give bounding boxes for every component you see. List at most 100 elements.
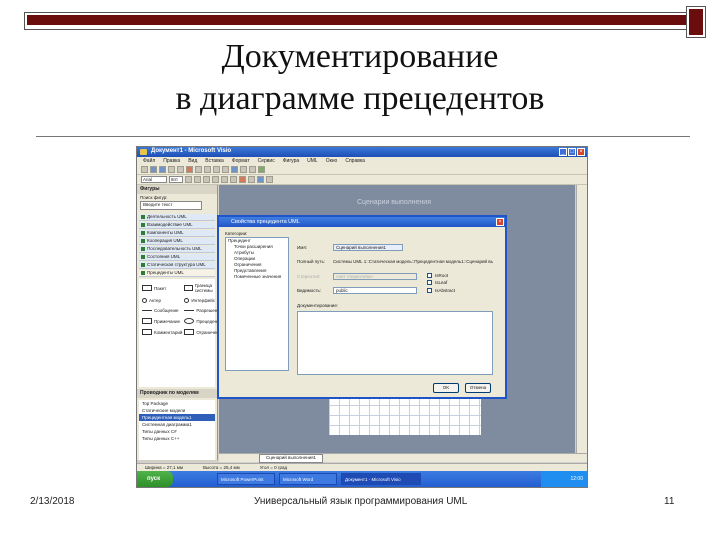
ok-button[interactable]: OK (433, 383, 459, 393)
open-icon[interactable] (150, 166, 157, 173)
close-button[interactable]: × (577, 148, 585, 156)
stereotype-label: Стереотип: (297, 274, 321, 279)
is-abstract-checkbox[interactable] (427, 288, 432, 293)
shape-label: Прецедент (196, 318, 220, 324)
shape-comment[interactable]: Комментарий (142, 329, 182, 335)
undo-icon[interactable] (213, 166, 220, 173)
italic-icon[interactable] (194, 176, 201, 183)
font-color-icon[interactable] (239, 176, 246, 183)
task-word[interactable]: Microsoft Word (279, 473, 337, 485)
connector-icon[interactable] (240, 166, 247, 173)
copy-icon[interactable] (195, 166, 202, 173)
slide-page-number: 11 (664, 496, 675, 507)
stencil-sequence[interactable]: Последовательность UML (139, 246, 215, 253)
shape-message[interactable]: Сообщение (142, 308, 182, 313)
save-icon[interactable] (159, 166, 166, 173)
minimize-button[interactable]: _ (559, 148, 567, 156)
slide-corner-square (686, 6, 706, 38)
name-field[interactable]: Сценарий выполнения1 (333, 244, 403, 251)
category-tagged-values[interactable]: Помеченные значения (226, 274, 288, 280)
bold-icon[interactable] (185, 176, 192, 183)
menu-format[interactable]: Формат (232, 158, 250, 164)
tree-item[interactable]: Top Package (139, 400, 215, 407)
menu-edit[interactable]: Правка (163, 158, 180, 164)
menu-window[interactable]: Окно (326, 158, 338, 164)
font-size-box[interactable]: 8пт (169, 176, 183, 183)
is-root-checkbox[interactable] (427, 273, 432, 278)
actor-icon (142, 298, 147, 303)
slide-title-line1: Документирование (221, 38, 499, 75)
stencil-component[interactable]: Компоненты UML (139, 230, 215, 237)
shape-label: Интерфейс (191, 298, 216, 303)
stencil-statechart[interactable]: Состояния UML (139, 254, 215, 261)
maximize-button[interactable]: □ (568, 148, 576, 156)
paste-icon[interactable] (204, 166, 211, 173)
visio-screenshot: Документ1 - Microsoft Visio _ □ × Файл П… (136, 146, 588, 488)
align-left-icon[interactable] (212, 176, 219, 183)
system-tray-clock: 12:00 (541, 471, 587, 487)
is-leaf-checkbox[interactable] (427, 280, 432, 285)
stencil-use-case[interactable]: Прецеденты UML (139, 270, 215, 277)
status-width: Ширина = 27,1 мм (145, 465, 183, 470)
cut-icon[interactable] (186, 166, 193, 173)
windows-taskbar: пуск Microsoft PowerPoint Microsoft Word… (137, 471, 587, 487)
fill-color-icon[interactable] (257, 176, 264, 183)
documentation-label: Документирование: (297, 303, 339, 308)
visibility-label: Видимость: (297, 288, 322, 293)
align-center-icon[interactable] (221, 176, 228, 183)
menu-view[interactable]: Вид (188, 158, 197, 164)
print-icon[interactable] (168, 166, 175, 173)
line-weight-icon[interactable] (266, 176, 273, 183)
redo-icon[interactable] (222, 166, 229, 173)
status-height: Высота = 25,4 мм (202, 465, 240, 470)
shape-actor[interactable]: Актер (142, 298, 182, 303)
task-visio[interactable]: Документ1 - Microsoft Visio (341, 473, 421, 485)
is-abstract-label: IsAbstract (435, 288, 456, 293)
menu-insert[interactable]: Вставка (205, 158, 224, 164)
align-right-icon[interactable] (230, 176, 237, 183)
zoom-icon[interactable] (258, 166, 265, 173)
page-tab[interactable]: Сценарий выполнения1 (259, 454, 324, 463)
visio-app-icon (140, 149, 147, 155)
menu-tools[interactable]: Сервис (258, 158, 275, 164)
shape-package[interactable]: Пакет (142, 283, 182, 293)
slide-title: Документирование в диаграмме прецедентов (110, 36, 610, 120)
tree-item[interactable]: Прецедентная модель1 (139, 414, 215, 421)
tree-item[interactable]: Системная диаграмма1 (139, 421, 215, 428)
menu-shape[interactable]: Фигура (283, 158, 299, 164)
dialog-close-button[interactable]: × (496, 218, 504, 226)
stencil-collaboration[interactable]: Взаимодействие UML (139, 222, 215, 229)
status-bar: Ширина = 27,1 мм Высота = 25,4 мм Угол =… (137, 463, 587, 471)
menu-uml[interactable]: UML (307, 158, 318, 164)
visibility-select[interactable]: public (333, 287, 417, 294)
text-tool-icon[interactable] (249, 166, 256, 173)
underline-icon[interactable] (203, 176, 210, 183)
tree-item[interactable]: Типы данных C++ (139, 435, 215, 442)
new-icon[interactable] (141, 166, 148, 173)
pointer-icon[interactable] (231, 166, 238, 173)
preview-icon[interactable] (177, 166, 184, 173)
shape-note[interactable]: Примечание (142, 318, 182, 324)
stencil-static-structure[interactable]: Статическая структура UML (139, 262, 215, 269)
comment-icon (142, 329, 152, 335)
shape-search-input[interactable]: Введите текст (140, 201, 202, 210)
format-toolbar: Arial 8пт (137, 175, 587, 185)
stencil-deployment[interactable]: Кооперация UML (139, 238, 215, 245)
shape-label: Актер (149, 298, 162, 303)
cancel-button[interactable]: Отмена (465, 383, 491, 393)
start-button[interactable]: пуск (137, 471, 173, 487)
font-name-box[interactable]: Arial (141, 176, 167, 183)
menu-help[interactable]: Справка (345, 158, 365, 164)
documentation-textarea[interactable] (297, 311, 493, 375)
is-leaf-label: IsLeaf (435, 280, 448, 285)
line-color-icon[interactable] (248, 176, 255, 183)
model-explorer-header: Проводник по моделям (137, 389, 217, 398)
tree-item[interactable]: Статические модели (139, 407, 215, 414)
stencil-activity[interactable]: Деятельность UML (139, 214, 215, 221)
stereotype-select[interactable]: <нет стереотипа> (333, 273, 417, 280)
task-powerpoint[interactable]: Microsoft PowerPoint (217, 473, 275, 485)
tree-item[interactable]: Типы данных C# (139, 428, 215, 435)
menu-file[interactable]: Файл (143, 158, 155, 164)
interface-icon (184, 298, 190, 303)
vertical-scrollbar[interactable] (576, 185, 587, 453)
